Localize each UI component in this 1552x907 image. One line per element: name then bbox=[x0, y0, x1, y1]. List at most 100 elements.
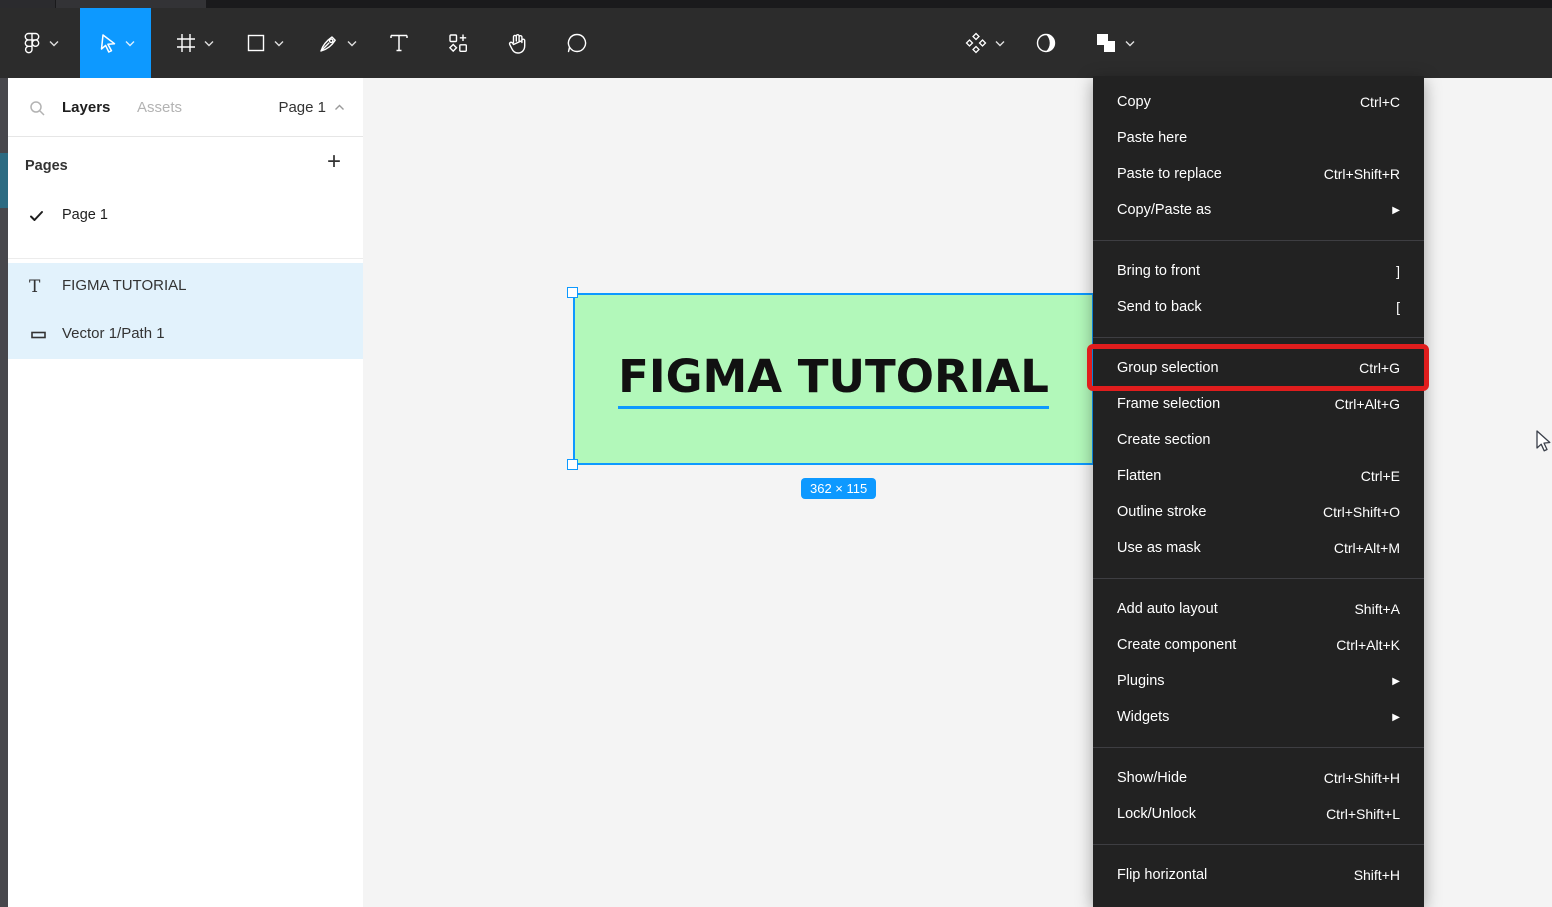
panel-header: Layers Assets Page 1 bbox=[8, 78, 363, 137]
menu-shortcut: Ctrl+Shift+L bbox=[1326, 806, 1400, 822]
edit-object-button[interactable] bbox=[953, 8, 1015, 78]
comment-tool-button[interactable] bbox=[556, 8, 598, 78]
pen-tool-icon bbox=[317, 31, 341, 55]
menu-label: Create section bbox=[1117, 432, 1211, 448]
size-badge: 362 × 115 bbox=[801, 478, 876, 499]
menu-item-send-to-back[interactable]: Send to back [ bbox=[1093, 289, 1424, 325]
menu-shortcut: Ctrl+Shift+O bbox=[1323, 504, 1400, 520]
layer-row-vector[interactable]: Vector 1/Path 1 bbox=[8, 311, 363, 359]
shape-tool-button[interactable] bbox=[232, 8, 296, 78]
pages-section-title: Pages bbox=[25, 158, 68, 174]
menu-shortcut: Ctrl+Alt+M bbox=[1334, 540, 1400, 556]
menu-divider bbox=[1093, 337, 1424, 338]
chevron-down-icon bbox=[204, 40, 214, 47]
highlight-annotation-group-selection bbox=[1087, 344, 1429, 391]
page-switcher-label: Page 1 bbox=[278, 99, 326, 116]
search-icon[interactable] bbox=[29, 100, 46, 122]
menu-label: Plugins bbox=[1117, 673, 1165, 689]
rectangle-tool-icon bbox=[244, 31, 268, 55]
menu-divider bbox=[1093, 747, 1424, 748]
layer-name: Vector 1/Path 1 bbox=[62, 325, 165, 342]
menu-divider bbox=[1093, 844, 1424, 845]
menu-label: Add auto layout bbox=[1117, 601, 1218, 617]
text-layer-icon: T bbox=[29, 277, 49, 297]
boolean-union-icon bbox=[1093, 30, 1119, 56]
move-tool-button[interactable] bbox=[80, 8, 151, 78]
menu-label: Copy/Paste as bbox=[1117, 202, 1211, 218]
figma-menu-button[interactable] bbox=[12, 8, 68, 78]
menu-item-copy-paste-as[interactable]: Copy/Paste as ▶ bbox=[1093, 192, 1424, 228]
menu-divider bbox=[1093, 240, 1424, 241]
menu-item-paste-here[interactable]: Paste here bbox=[1093, 120, 1424, 156]
toolbar bbox=[0, 8, 1552, 78]
figma-logo-icon bbox=[21, 31, 43, 55]
menu-item-create-section[interactable]: Create section bbox=[1093, 422, 1424, 458]
menu-shortcut: Ctrl+Alt+K bbox=[1336, 637, 1400, 653]
menu-divider bbox=[1093, 578, 1424, 579]
menu-item-plugins[interactable]: Plugins ▶ bbox=[1093, 663, 1424, 699]
window-top-strip bbox=[0, 0, 1552, 8]
menu-label: Paste here bbox=[1117, 130, 1187, 146]
menu-label: Frame selection bbox=[1117, 396, 1220, 412]
menu-item-outline-stroke[interactable]: Outline stroke Ctrl+Shift+O bbox=[1093, 494, 1424, 530]
tab-layers[interactable]: Layers bbox=[62, 99, 110, 116]
layer-name: FIGMA TUTORIAL bbox=[62, 277, 186, 294]
mouse-cursor bbox=[1531, 429, 1552, 458]
vector-layer-icon bbox=[29, 325, 49, 345]
menu-item-show-hide[interactable]: Show/Hide Ctrl+Shift+H bbox=[1093, 760, 1424, 796]
menu-label: Flatten bbox=[1117, 468, 1161, 484]
left-panel: Layers Assets Page 1 Pages + Page 1 T FI… bbox=[8, 78, 363, 907]
selected-shape[interactable]: FIGMA TUTORIAL bbox=[573, 293, 1094, 465]
tab-assets[interactable]: Assets bbox=[137, 99, 182, 116]
menu-label: Use as mask bbox=[1117, 540, 1201, 556]
menu-label: Copy bbox=[1117, 94, 1151, 110]
frame-tool-icon bbox=[174, 31, 198, 55]
menu-shortcut: Shift+A bbox=[1354, 601, 1400, 617]
chevron-down-icon bbox=[1125, 40, 1135, 47]
menu-item-use-as-mask[interactable]: Use as mask Ctrl+Alt+M bbox=[1093, 530, 1424, 566]
menu-item-paste-to-replace[interactable]: Paste to replace Ctrl+Shift+R bbox=[1093, 156, 1424, 192]
layer-row-text[interactable]: T FIGMA TUTORIAL bbox=[8, 263, 363, 311]
check-icon bbox=[29, 209, 44, 227]
context-menu: Copy Ctrl+C Paste here Paste to replace … bbox=[1093, 76, 1424, 907]
chevron-down-icon bbox=[995, 40, 1005, 47]
chevron-down-icon bbox=[49, 40, 59, 47]
menu-item-bring-to-front[interactable]: Bring to front ] bbox=[1093, 253, 1424, 289]
menu-item-copy[interactable]: Copy Ctrl+C bbox=[1093, 84, 1424, 120]
selection-handle-bottom-left[interactable] bbox=[567, 459, 578, 470]
menu-item-widgets[interactable]: Widgets ▶ bbox=[1093, 699, 1424, 735]
menu-label: Send to back bbox=[1117, 299, 1202, 315]
menu-label: Bring to front bbox=[1117, 263, 1200, 279]
top-strip-segment bbox=[0, 0, 55, 8]
menu-shortcut: Ctrl+Alt+G bbox=[1335, 396, 1400, 412]
menu-item-create-component[interactable]: Create component Ctrl+Alt+K bbox=[1093, 627, 1424, 663]
page-list-item[interactable]: Page 1 bbox=[8, 198, 363, 236]
menu-label: Lock/Unlock bbox=[1117, 806, 1196, 822]
menu-shortcut: ] bbox=[1396, 263, 1400, 279]
chevron-down-icon bbox=[274, 40, 284, 47]
background-window-accent bbox=[0, 153, 8, 208]
menu-label: Outline stroke bbox=[1117, 504, 1206, 520]
canvas-text[interactable]: FIGMA TUTORIAL bbox=[618, 350, 1049, 409]
resources-tool-button[interactable] bbox=[437, 8, 479, 78]
text-tool-icon bbox=[387, 31, 411, 55]
chevron-down-icon bbox=[125, 40, 135, 47]
menu-item-flatten[interactable]: Flatten Ctrl+E bbox=[1093, 458, 1424, 494]
add-page-button[interactable]: + bbox=[327, 150, 341, 174]
hand-tool-button[interactable] bbox=[496, 8, 538, 78]
menu-shortcut: Ctrl+Shift+H bbox=[1324, 770, 1400, 786]
text-tool-button[interactable] bbox=[378, 8, 420, 78]
page-switcher[interactable]: Page 1 bbox=[278, 99, 345, 116]
menu-item-frame-selection[interactable]: Frame selection Ctrl+Alt+G bbox=[1093, 386, 1424, 422]
selection-handle-top-left[interactable] bbox=[567, 287, 578, 298]
menu-label: Create component bbox=[1117, 637, 1236, 653]
boolean-groups-button[interactable] bbox=[1082, 8, 1146, 78]
submenu-arrow-icon: ▶ bbox=[1392, 712, 1400, 723]
menu-item-flip-horizontal[interactable]: Flip horizontal Shift+H bbox=[1093, 857, 1424, 893]
frame-tool-button[interactable] bbox=[163, 8, 225, 78]
pen-tool-button[interactable] bbox=[305, 8, 369, 78]
menu-item-lock-unlock[interactable]: Lock/Unlock Ctrl+Shift+L bbox=[1093, 796, 1424, 832]
menu-item-add-auto-layout[interactable]: Add auto layout Shift+A bbox=[1093, 591, 1424, 627]
use-as-mask-button[interactable] bbox=[1026, 8, 1066, 78]
top-strip-active-tab bbox=[56, 0, 206, 8]
